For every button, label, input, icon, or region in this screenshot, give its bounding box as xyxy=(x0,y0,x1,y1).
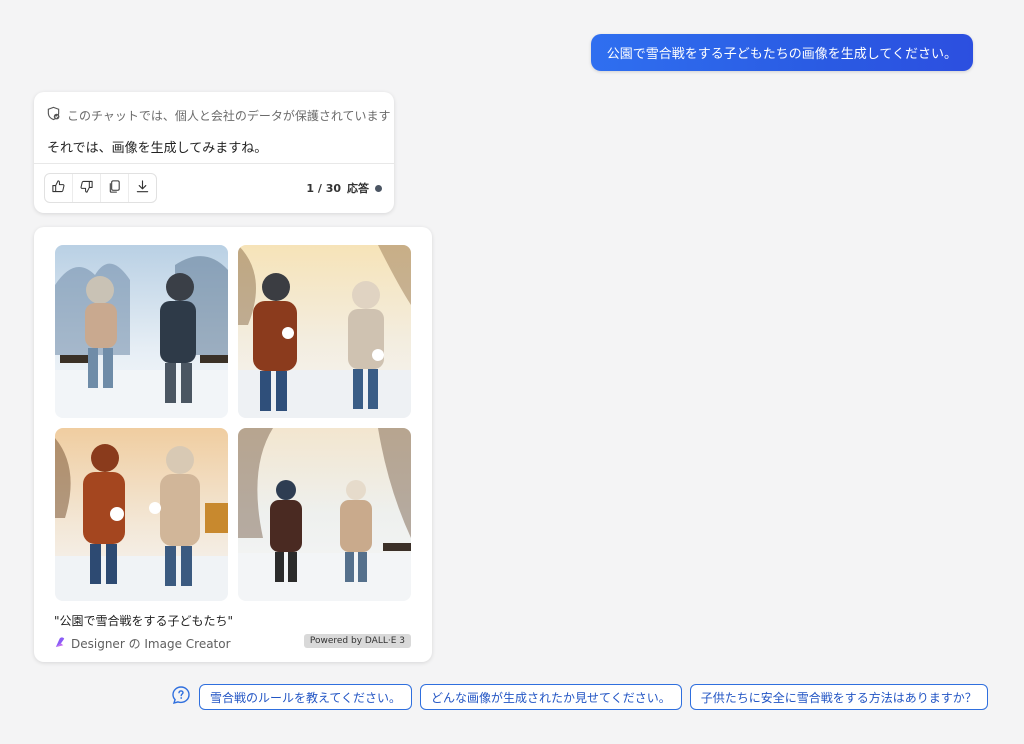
status-dot xyxy=(375,184,382,192)
suggestion-chip-3[interactable]: 子供たちに安全に雪合戦をする方法はありますか？ xyxy=(689,684,988,710)
question-bubble-icon xyxy=(171,685,191,709)
generated-image-4[interactable] xyxy=(238,428,411,601)
powered-by-badge: Powered by DALL·E 3 xyxy=(303,634,411,648)
privacy-notice-text: このチャットでは、個人と会社のデータが保護されています xyxy=(67,108,391,123)
response-counter-value: 1 / 30 xyxy=(306,181,341,195)
copy-icon xyxy=(107,179,122,198)
image-result-card: "公園で雪合戦をする子どもたち" Designer の Image Creato… xyxy=(34,227,432,662)
image-credit-text: Designer の Image Creator xyxy=(71,637,231,651)
download-button[interactable] xyxy=(128,174,156,202)
bot-message-card: このチャットでは、個人と会社のデータが保護されています それでは、画像を生成して… xyxy=(34,92,394,213)
suggestion-chip-1[interactable]: 雪合戦のルールを教えてください。 xyxy=(199,684,413,710)
privacy-notice: このチャットでは、個人と会社のデータが保護されています xyxy=(46,106,391,124)
generated-image-3[interactable] xyxy=(55,428,228,601)
suggestion-row: 雪合戦のルールを教えてください。 どんな画像が生成されたか見せてください。 子供… xyxy=(171,684,988,710)
suggestion-chip-2[interactable]: どんな画像が生成されたか見せてください。 xyxy=(420,684,682,710)
user-message-text: 公園で雪合戦をする子どもたちの画像を生成してください。 xyxy=(606,47,957,62)
divider xyxy=(34,163,394,164)
message-actions xyxy=(44,173,157,203)
download-icon xyxy=(135,179,150,198)
generated-image-1[interactable] xyxy=(55,245,228,418)
like-button[interactable] xyxy=(45,174,72,202)
copy-button[interactable] xyxy=(100,174,128,202)
image-caption: "公園で雪合戦をする子どもたち" xyxy=(54,614,234,628)
response-counter-label: 応答 xyxy=(347,182,369,195)
user-message-bubble: 公園で雪合戦をする子どもたちの画像を生成してください。 xyxy=(590,34,973,71)
thumbs-up-icon xyxy=(51,179,66,198)
response-counter: 1 / 30 応答 xyxy=(306,180,382,196)
thumbs-down-icon xyxy=(79,179,94,198)
generated-image-2[interactable] xyxy=(238,245,411,418)
image-credit: Designer の Image Creator xyxy=(54,635,231,652)
bot-reply-text: それでは、画像を生成してみますね。 xyxy=(47,141,268,156)
designer-logo-icon xyxy=(54,636,67,652)
dislike-button[interactable] xyxy=(72,174,100,202)
shield-check-icon xyxy=(46,106,61,124)
